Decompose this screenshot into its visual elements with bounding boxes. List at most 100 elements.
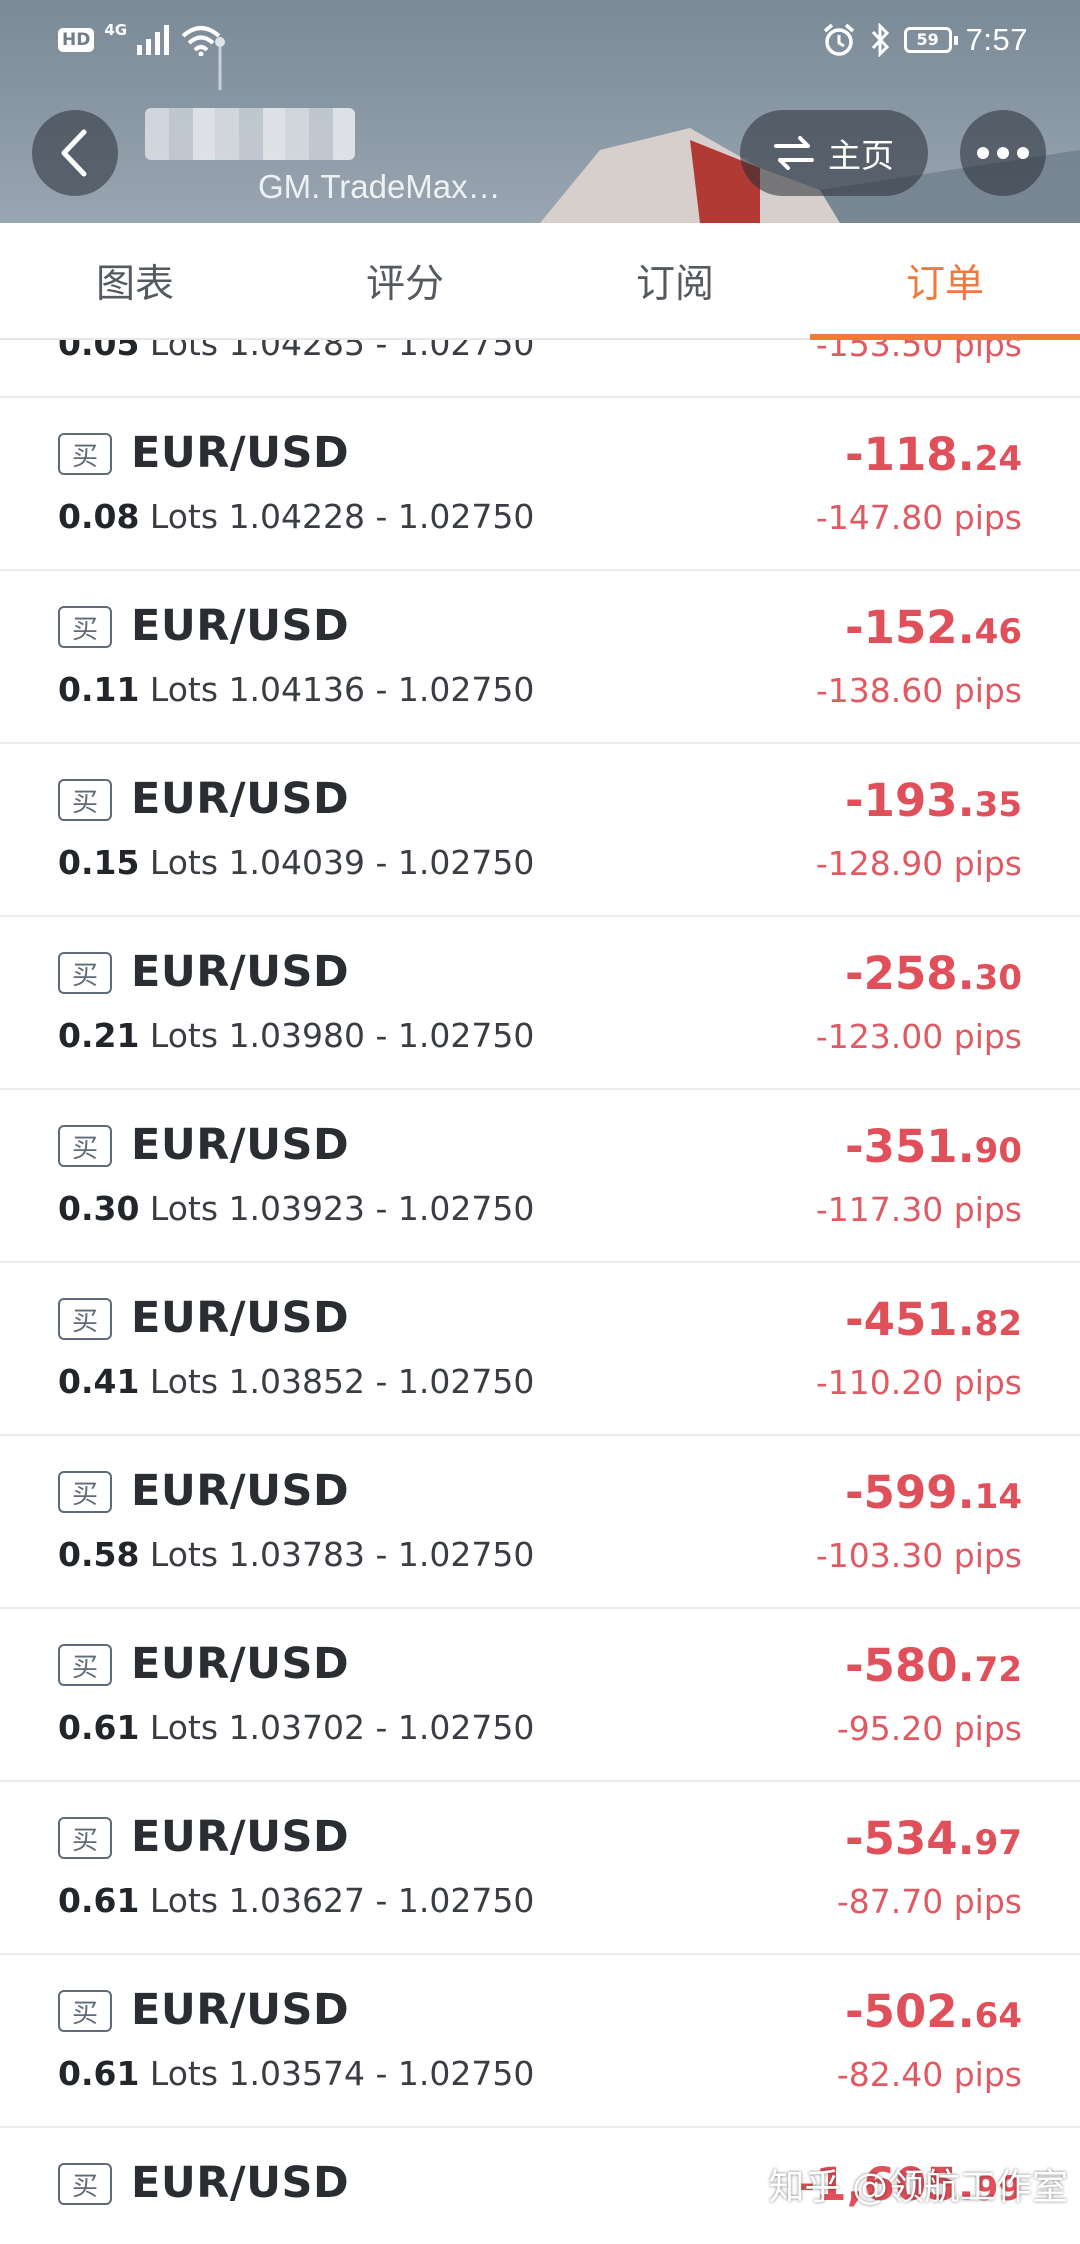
order-symbol: EUR/USD	[131, 1293, 350, 1343]
wifi-icon	[181, 26, 221, 56]
order-pips: -153.50 pips	[815, 340, 1022, 364]
order-row[interactable]: 买 EUR/USD 0.61 Lots 1.03574 - 1.02750 -502.…	[0, 1955, 1080, 2128]
clock: 7:57	[965, 22, 1028, 57]
order-lots-unit: Lots	[149, 340, 219, 363]
order-row[interactable]: 买 EUR/USD 0.15 Lots 1.04039 - 1.02750 -193.…	[0, 744, 1080, 917]
order-profit-int: -580.	[844, 1639, 975, 1692]
order-profit-int: -258.	[844, 947, 975, 1000]
bluetooth-icon	[871, 23, 889, 57]
swap-arrows-icon	[774, 136, 814, 170]
order-details: 0.21 Lots 1.03980 - 1.02750	[58, 1016, 534, 1055]
order-profit-dec: 90	[974, 1131, 1022, 1171]
order-profit-dec: 14	[974, 1477, 1022, 1517]
buy-badge: 买	[58, 1298, 112, 1340]
order-pips: -103.30 pips	[815, 1536, 1022, 1575]
order-symbol: EUR/USD	[131, 1985, 350, 2035]
account-subtitle: GM.TradeMax…	[258, 168, 501, 205]
order-prices: 1.03852 - 1.02750	[228, 1362, 535, 1401]
order-lots-unit: Lots	[149, 2054, 219, 2093]
order-details: 0.61 Lots 1.03702 - 1.02750	[58, 1708, 534, 1747]
home-button-label: 主页	[828, 136, 894, 175]
order-pips: -82.40 pips	[836, 2055, 1022, 2094]
buy-badge: 买	[58, 1817, 112, 1859]
order-profit: -534.97	[845, 1812, 1022, 1865]
order-profit: -152.46	[845, 601, 1022, 654]
order-row[interactable]: 买 EUR/USD 0.61 Lots 1.03627 - 1.02750 -534.…	[0, 1782, 1080, 1955]
order-pips: -95.20 pips	[836, 1709, 1022, 1748]
order-lots: 0.15	[58, 843, 140, 882]
order-lots-unit: Lots	[149, 497, 219, 536]
buy-badge: 买	[58, 433, 112, 475]
order-profit: -118.24	[845, 428, 1022, 481]
account-name-redacted	[145, 108, 355, 160]
order-prices: 1.04228 - 1.02750	[228, 497, 535, 536]
order-lots: 0.21	[58, 1016, 140, 1055]
order-profit-int: -451.	[844, 1293, 975, 1346]
tab-chart[interactable]: 图表	[0, 223, 270, 338]
order-symbol: EUR/USD	[131, 428, 350, 478]
order-symbol: EUR/USD	[131, 1120, 350, 1170]
order-row[interactable]: 买 EUR/USD 0.61 Lots 1.03702 - 1.02750 -580.…	[0, 1609, 1080, 1782]
tab-bar: 图表 评分 订阅 订单	[0, 223, 1080, 340]
order-profit: -351.90	[845, 1120, 1022, 1173]
signal-icon	[137, 25, 170, 55]
order-profit: -258.30	[845, 947, 1022, 1000]
order-profit-dec: 30	[974, 958, 1022, 998]
order-lots-unit: Lots	[149, 1708, 219, 1747]
order-row[interactable]: 买 EUR/USD 0.11 Lots 1.04136 - 1.02750 -152.…	[0, 571, 1080, 744]
order-symbol: EUR/USD	[131, 601, 350, 651]
order-profit-int: -599.	[844, 1466, 975, 1519]
order-lots: 0.30	[58, 1189, 140, 1228]
order-prices: 1.03702 - 1.02750	[228, 1708, 535, 1747]
order-pips: -147.80 pips	[815, 498, 1022, 537]
order-lots: 0.11	[58, 670, 140, 709]
order-row[interactable]: 买 EUR/USD 0.30 Lots 1.03923 - 1.02750 -351.…	[0, 1090, 1080, 1263]
order-details: 0.41 Lots 1.03852 - 1.02750	[58, 1362, 534, 1401]
order-profit-int: -502.	[844, 1985, 975, 2038]
order-lots: 0.61	[58, 1881, 140, 1920]
buy-badge: 买	[58, 779, 112, 821]
tab-rating[interactable]: 评分	[270, 223, 540, 338]
order-prices: 1.03574 - 1.02750	[228, 2054, 535, 2093]
order-pips: -110.20 pips	[815, 1363, 1022, 1402]
order-lots-unit: Lots	[149, 670, 219, 709]
order-row[interactable]: 买 EUR/USD 0.58 Lots 1.03783 - 1.02750 -599.…	[0, 1436, 1080, 1609]
order-symbol: EUR/USD	[131, 947, 350, 997]
order-details: 0.61 Lots 1.03574 - 1.02750	[58, 2054, 534, 2093]
order-profit: -451.82	[845, 1293, 1022, 1346]
order-row[interactable]: 买 EUR/USD 0.08 Lots 1.04228 - 1.02750 -118.…	[0, 398, 1080, 571]
tab-subscribe[interactable]: 订阅	[540, 223, 810, 338]
order-lots-unit: Lots	[149, 843, 219, 882]
alarm-icon	[823, 23, 854, 56]
order-profit-int: -351.	[844, 1120, 975, 1173]
more-button[interactable]	[960, 110, 1046, 196]
order-lots: 0.58	[58, 1535, 140, 1574]
order-profit-dec: 24	[974, 439, 1022, 479]
order-profit-int: -118.	[844, 428, 975, 481]
order-list[interactable]: 0.05 Lots 1.04285 - 1.02750 -153.50 pips…	[0, 340, 1080, 2244]
order-details: 0.08 Lots 1.04228 - 1.02750	[58, 497, 534, 536]
order-pips: -128.90 pips	[815, 844, 1022, 883]
order-lots-unit: Lots	[149, 1189, 219, 1228]
order-profit-dec: 46	[974, 612, 1022, 652]
order-details: 0.58 Lots 1.03783 - 1.02750	[58, 1535, 534, 1574]
home-button[interactable]: 主页	[740, 110, 928, 196]
profile-header: HD 4G 59 7:57 GM.TradeMax… 主页	[0, 0, 1080, 223]
order-row-partial[interactable]: 0.05 Lots 1.04285 - 1.02750 -153.50 pips	[0, 340, 1080, 398]
buy-badge: 买	[58, 1471, 112, 1513]
order-prices: 1.03627 - 1.02750	[228, 1881, 535, 1920]
order-row[interactable]: 买 EUR/USD 0.21 Lots 1.03980 - 1.02750 -258.…	[0, 917, 1080, 1090]
order-row[interactable]: 买 EUR/USD 0.41 Lots 1.03852 - 1.02750 -451.…	[0, 1263, 1080, 1436]
back-button[interactable]	[32, 110, 118, 196]
buy-badge: 买	[58, 1125, 112, 1167]
order-profit: -193.35	[845, 774, 1022, 827]
order-pips: -123.00 pips	[815, 1017, 1022, 1056]
order-prices: 1.03980 - 1.02750	[228, 1016, 535, 1055]
order-lots-unit: Lots	[149, 1881, 219, 1920]
order-lots-unit: Lots	[149, 1016, 219, 1055]
tab-orders[interactable]: 订单	[810, 223, 1080, 338]
order-profit-int: -193.	[844, 774, 975, 827]
buy-badge: 买	[58, 952, 112, 994]
buy-badge: 买	[58, 2163, 112, 2205]
network-type: 4G	[104, 21, 128, 39]
